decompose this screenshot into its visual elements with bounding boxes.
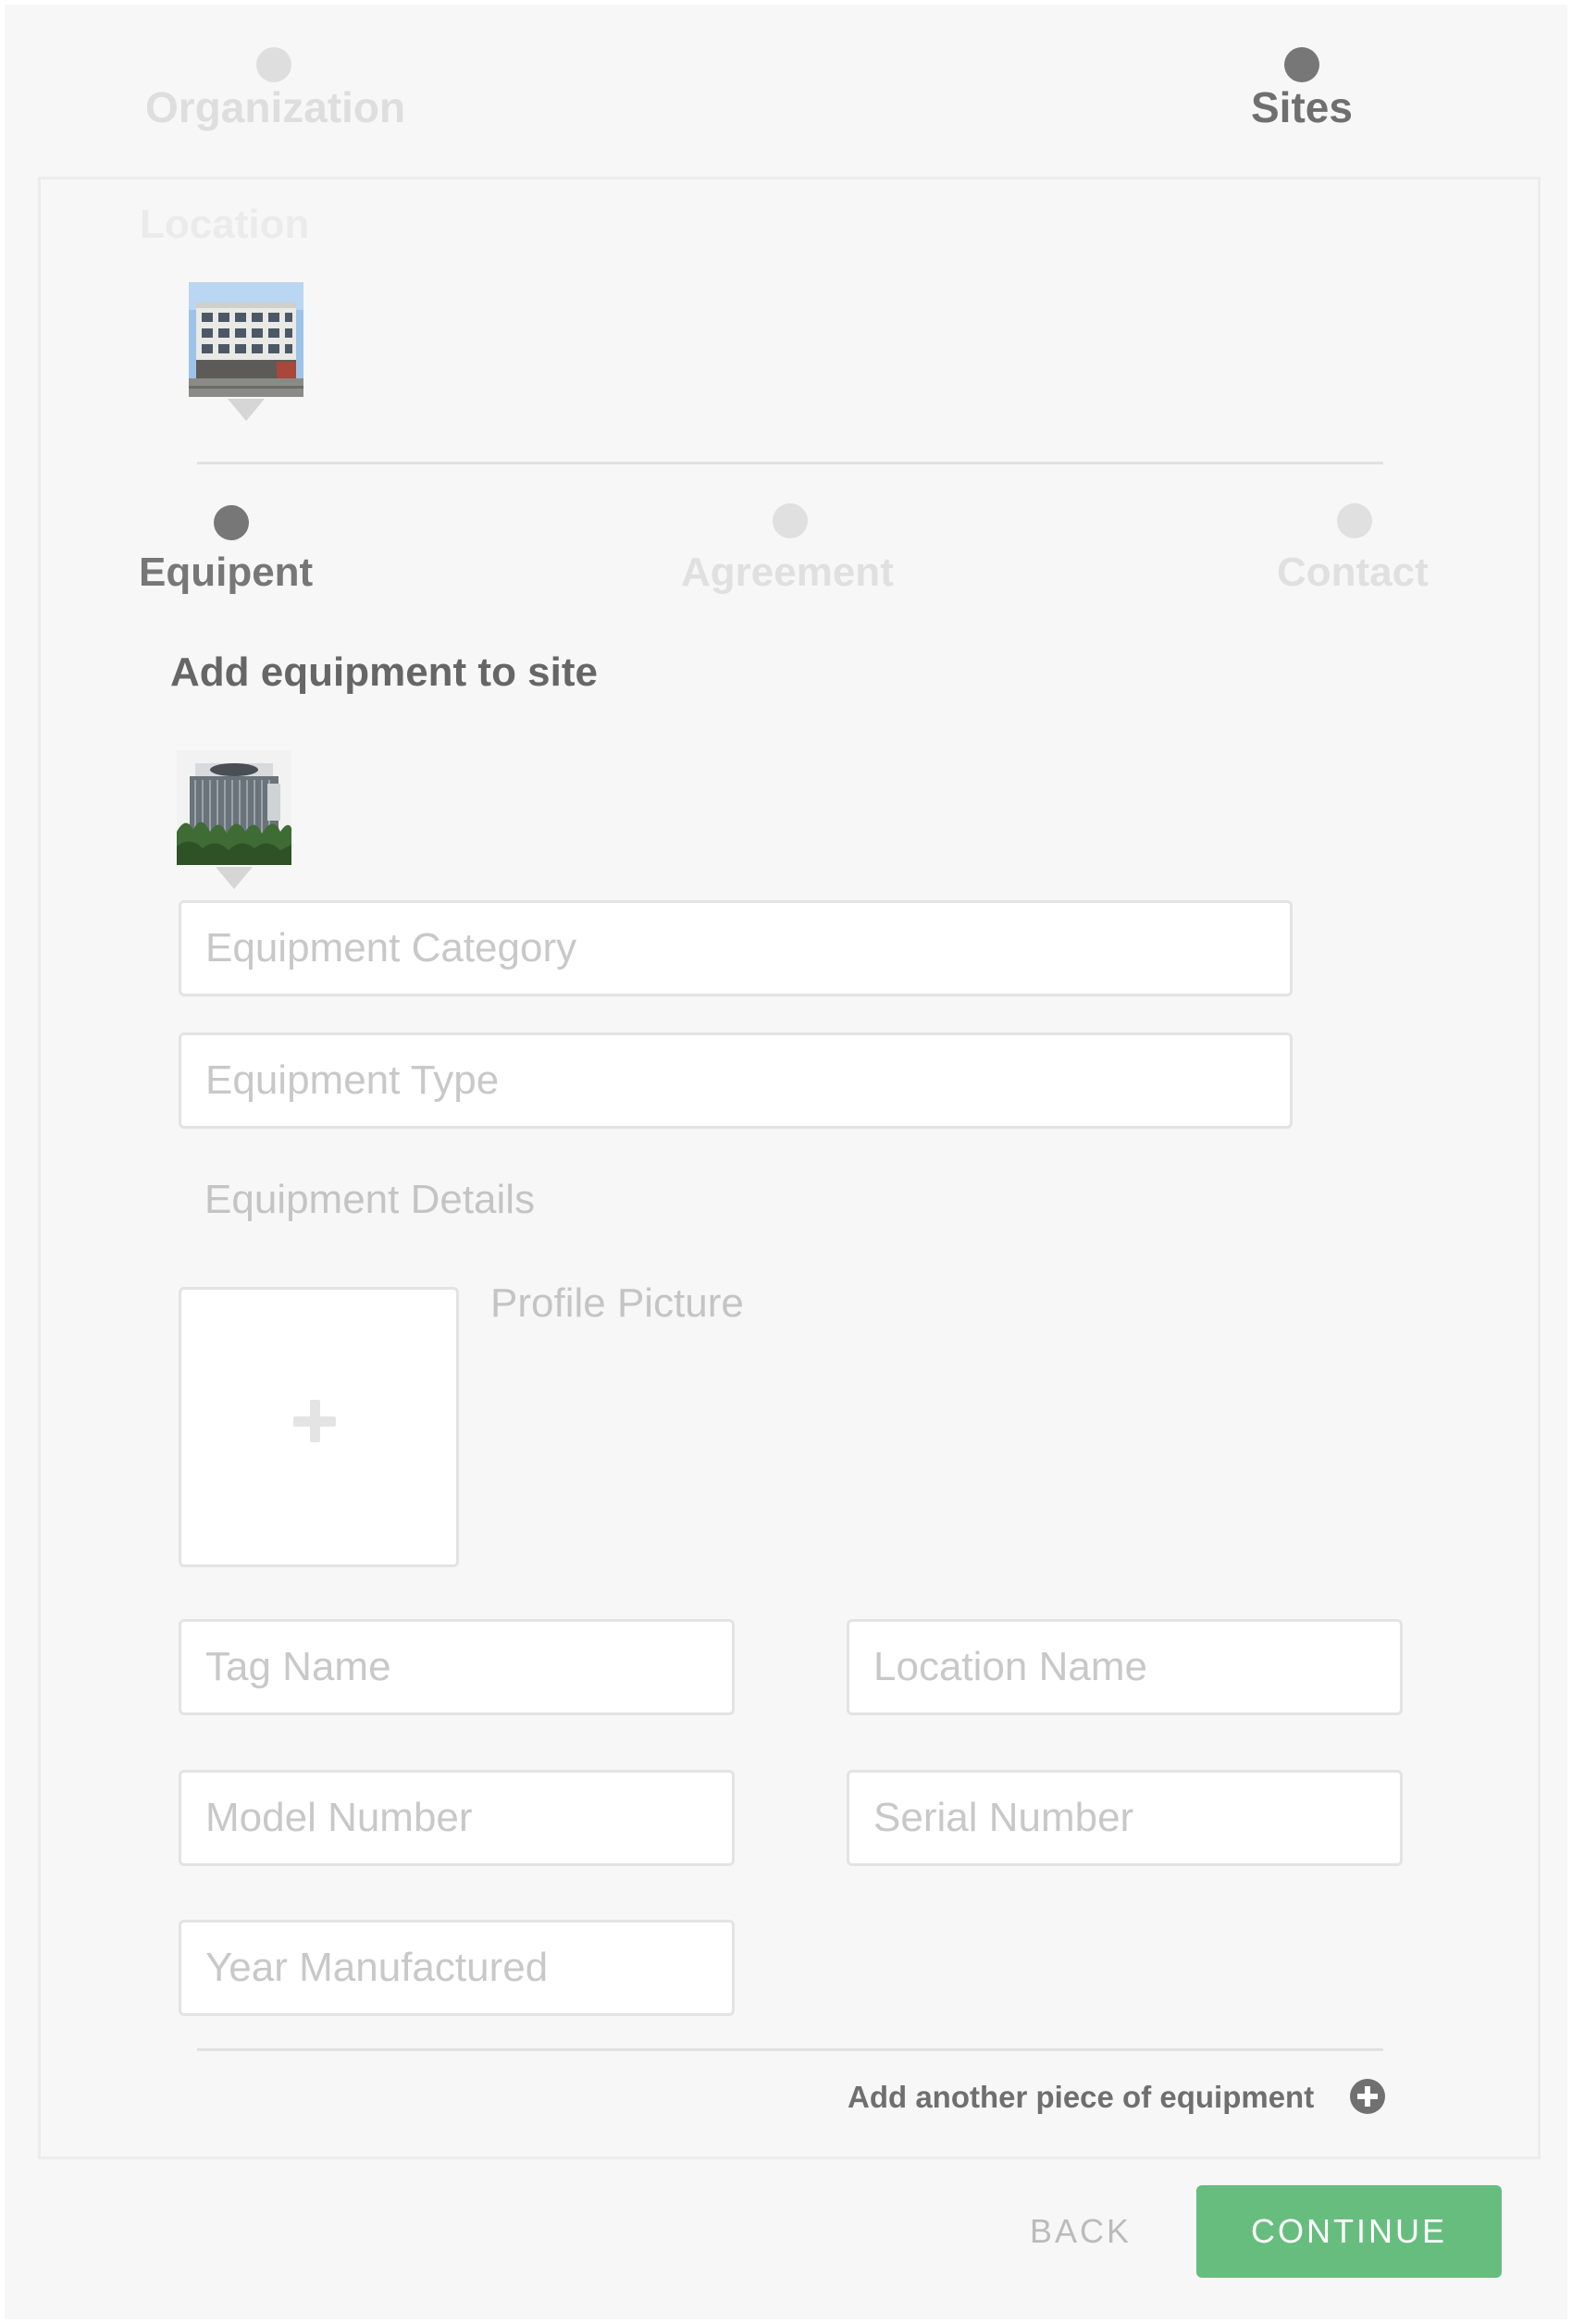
add-equipment-title: Add equipment to site — [170, 649, 598, 695]
step-dot-organization — [256, 47, 291, 82]
substep-agreement-label[interactable]: Agreement — [681, 550, 894, 596]
setup-wizard: Organization Sites Location Equipent Agr… — [5, 5, 1567, 2319]
profile-picture-label: Profile Picture — [490, 1280, 744, 1326]
substep-dot-equipment — [214, 505, 249, 540]
ac-unit-image — [177, 750, 291, 865]
step-dot-sites — [1284, 47, 1319, 82]
back-button[interactable]: BACK — [1030, 2212, 1132, 2251]
sites-panel: Location Equipent Agreement Contact Add … — [38, 177, 1541, 2159]
substep-equipment-label[interactable]: Equipent — [139, 550, 313, 596]
equipment-caret-icon — [216, 867, 253, 889]
equipment-category-field[interactable]: Equipment Category — [179, 900, 1293, 996]
location-name-field[interactable]: Location Name — [847, 1619, 1403, 1715]
tag-name-field[interactable]: Tag Name — [179, 1619, 735, 1715]
serial-number-field[interactable]: Serial Number — [847, 1770, 1403, 1866]
year-manufactured-field[interactable]: Year Manufactured — [179, 1920, 735, 2016]
ac-unit-photo[interactable] — [177, 750, 291, 865]
add-another-equipment-link[interactable]: Add another piece of equipment — [848, 2080, 1314, 2115]
building-photo[interactable] — [189, 282, 303, 397]
substep-dot-contact — [1337, 503, 1372, 538]
location-caret-icon — [228, 399, 265, 421]
form-divider — [197, 2048, 1383, 2051]
step-sites-label[interactable]: Sites — [1251, 82, 1353, 132]
model-number-field[interactable]: Model Number — [179, 1770, 735, 1866]
equipment-details-label: Equipment Details — [204, 1177, 536, 1222]
location-heading: Location — [140, 202, 310, 247]
equipment-type-field[interactable]: Equipment Type — [179, 1032, 1293, 1129]
plus-circle-icon[interactable] — [1350, 2079, 1385, 2114]
substep-contact-label[interactable]: Contact — [1277, 550, 1429, 596]
step-organization-label[interactable]: Organization — [145, 82, 405, 132]
continue-button[interactable]: CONTINUE — [1196, 2185, 1502, 2278]
substep-dot-agreement — [773, 503, 808, 538]
location-divider — [197, 462, 1383, 464]
profile-picture-upload[interactable] — [179, 1287, 459, 1567]
building-image — [189, 282, 303, 397]
